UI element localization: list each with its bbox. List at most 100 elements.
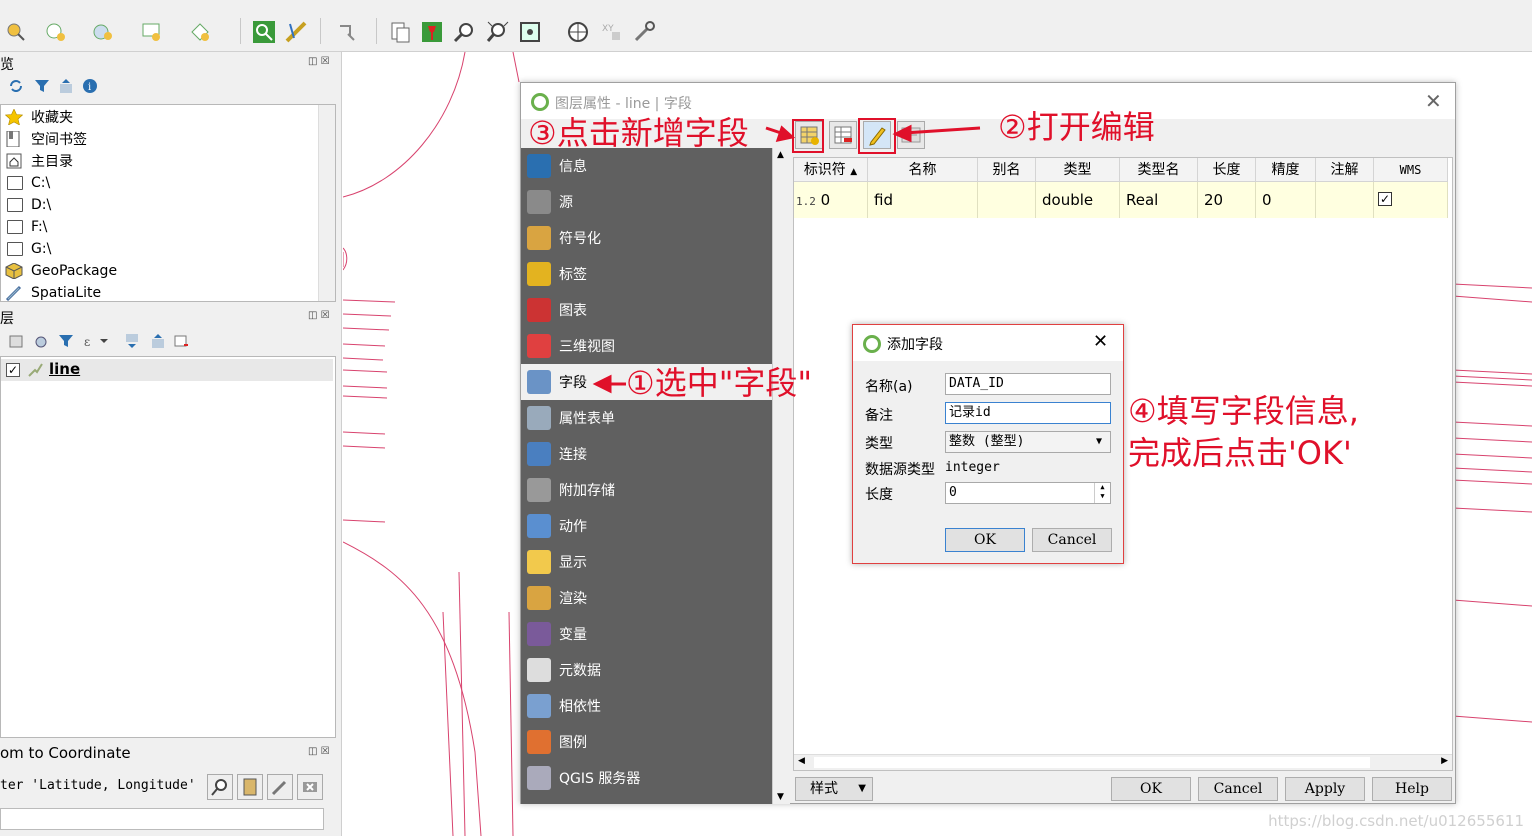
select-features-icon[interactable] <box>4 20 28 44</box>
sidebar-item-label: 标签 <box>559 267 587 283</box>
panel-float-close-buttons[interactable]: ◫ ☒ <box>308 746 330 757</box>
sidebar-item-variables[interactable]: 变量 <box>521 616 772 652</box>
browser-item-spatialite[interactable]: SpatiaLite <box>5 282 101 304</box>
close-icon[interactable]: ✕ <box>1425 89 1442 113</box>
scroll-left-icon[interactable]: ◀ <box>798 756 805 766</box>
sidebar-item-metadata[interactable]: 元数据 <box>521 652 772 688</box>
column-header-wms[interactable]: WMS <box>1374 158 1448 182</box>
select-location-icon[interactable] <box>140 20 164 44</box>
xy-tool-icon[interactable]: XY <box>600 20 624 44</box>
help-button[interactable]: Help <box>1372 777 1452 801</box>
table-hscrollbar[interactable]: ◀ ▶ <box>794 754 1452 770</box>
clipboard-icon[interactable] <box>237 774 263 800</box>
measure-icon[interactable] <box>284 20 308 44</box>
sidebar-item-3d-view[interactable]: 三维视图 <box>521 328 772 364</box>
select-by-value-icon[interactable] <box>44 20 68 44</box>
info-icon[interactable]: i <box>82 78 98 94</box>
panel-float-close-buttons[interactable]: ◫ ☒ <box>308 56 330 67</box>
collapse-all-icon[interactable] <box>150 333 166 349</box>
coordinate-input[interactable] <box>0 808 324 830</box>
zoom-to-coordinate-icon[interactable] <box>207 774 233 800</box>
zoom-in-icon[interactable] <box>452 20 476 44</box>
wms-checkbox[interactable]: ✓ <box>1378 192 1392 206</box>
expand-all-icon[interactable] <box>124 333 140 349</box>
sidebar-item-rendering[interactable]: 渲染 <box>521 580 772 616</box>
sidebar-item-qgis-server[interactable]: QGIS 服务器 <box>521 760 772 796</box>
ok-button[interactable]: OK <box>1111 777 1191 801</box>
sidebar-item-display[interactable]: 显示 <box>521 544 772 580</box>
source-icon <box>527 190 551 214</box>
zoom-selection-icon[interactable] <box>518 20 542 44</box>
layer-row[interactable]: ✓ line <box>1 359 333 381</box>
deselect-icon[interactable] <box>188 20 212 44</box>
browser-item-drive-d[interactable]: D:\ <box>5 194 51 216</box>
panel-float-close-buttons[interactable]: ◫ ☒ <box>308 310 330 321</box>
column-header-comment[interactable]: 注解 <box>1316 158 1374 182</box>
scroll-right-icon[interactable]: ▶ <box>1441 756 1448 766</box>
close-icon[interactable]: ✕ <box>1093 331 1108 352</box>
identify-icon[interactable] <box>252 20 276 44</box>
zoom-full-icon[interactable] <box>486 20 510 44</box>
add-field-cancel-button[interactable]: Cancel <box>1032 528 1112 552</box>
scroll-down-icon[interactable]: ▼ <box>777 792 784 802</box>
refresh-icon[interactable] <box>8 78 24 94</box>
browser-item-drive-c[interactable]: C:\ <box>5 172 50 194</box>
sidebar-item-symbology[interactable]: 符号化 <box>521 220 772 256</box>
column-header-name[interactable]: 名称 <box>868 158 978 182</box>
style-dropdown-button[interactable]: 样式 ▼ <box>795 777 873 801</box>
sidebar-item-label: 动作 <box>559 519 587 535</box>
open-layer-styling-icon[interactable] <box>8 333 24 349</box>
browser-item-home[interactable]: 主目录 <box>5 150 73 172</box>
browser-item-drive-f[interactable]: F:\ <box>5 216 47 238</box>
add-field-ok-button[interactable]: OK <box>945 528 1025 552</box>
type-select[interactable]: 整数 (整型) ▼ <box>945 431 1111 453</box>
scroll-up-icon[interactable]: ▲ <box>777 150 784 160</box>
sidebar-item-auxiliary-storage[interactable]: 附加存储 <box>521 472 772 508</box>
field-calculator-button[interactable] <box>897 121 925 149</box>
apply-button[interactable]: Apply <box>1285 777 1365 801</box>
scroll-track[interactable] <box>814 757 1370 768</box>
filter-icon[interactable] <box>34 78 50 94</box>
sidebar-item-legend[interactable]: 图例 <box>521 724 772 760</box>
layer-checkbox[interactable]: ✓ <box>6 363 20 377</box>
sidebar-item-labels[interactable]: 标签 <box>521 256 772 292</box>
column-header-alias[interactable]: 别名 <box>978 158 1036 182</box>
browser-item-drive-g[interactable]: G:\ <box>5 238 51 260</box>
name-input[interactable]: DATA_ID <box>945 373 1111 395</box>
filter-expression-icon[interactable]: ε <box>84 333 108 349</box>
pin-icon[interactable] <box>420 20 444 44</box>
browser-item-spatial-bookmarks[interactable]: 空间书签 <box>5 128 87 150</box>
sidebar-item-dependencies[interactable]: 相依性 <box>521 688 772 724</box>
sidebar-item-joins[interactable]: 连接 <box>521 436 772 472</box>
delete-field-button[interactable] <box>829 121 857 149</box>
length-spinbox[interactable]: 0 ▲ ▼ <box>945 482 1111 504</box>
browser-scrollbar[interactable] <box>318 105 335 301</box>
sidebar-item-source[interactable]: 源 <box>521 184 772 220</box>
wrench-icon[interactable] <box>267 774 293 800</box>
remove-layer-icon[interactable] <box>174 333 190 349</box>
sidebar-item-actions[interactable]: 动作 <box>521 508 772 544</box>
sidebar-item-diagrams[interactable]: 图表 <box>521 292 772 328</box>
select-by-expression-icon[interactable] <box>92 20 116 44</box>
sidebar-item-info[interactable]: 信息 <box>521 148 772 184</box>
comment-input[interactable]: 记录id <box>945 402 1111 424</box>
browser-item-geopackage[interactable]: GeoPackage <box>5 260 117 282</box>
collapse-all-icon[interactable] <box>58 78 74 94</box>
cancel-button[interactable]: Cancel <box>1198 777 1278 801</box>
sidebar-scrollbar[interactable]: ▲ ▼ <box>772 148 790 804</box>
wrench-icon[interactable] <box>632 20 656 44</box>
column-header-length[interactable]: 长度 <box>1198 158 1256 182</box>
filter-legend-icon[interactable] <box>58 333 74 349</box>
sidebar-item-attribute-form[interactable]: 属性表单 <box>521 400 772 436</box>
pan-to-selection-icon[interactable] <box>336 20 360 44</box>
column-header-type-name[interactable]: 类型名 <box>1120 158 1198 182</box>
globe-icon[interactable] <box>566 20 590 44</box>
column-header-type[interactable]: 类型 <box>1036 158 1120 182</box>
column-header-id[interactable]: 标识符 ▲ <box>794 158 868 182</box>
clear-icon[interactable] <box>297 774 323 800</box>
new-map-view-icon[interactable] <box>388 20 412 44</box>
spinner-arrows-icon[interactable]: ▲ ▼ <box>1094 483 1110 503</box>
add-group-icon[interactable] <box>34 333 50 349</box>
browser-item-favorites[interactable]: 收藏夹 <box>5 106 73 128</box>
column-header-precision[interactable]: 精度 <box>1256 158 1316 182</box>
